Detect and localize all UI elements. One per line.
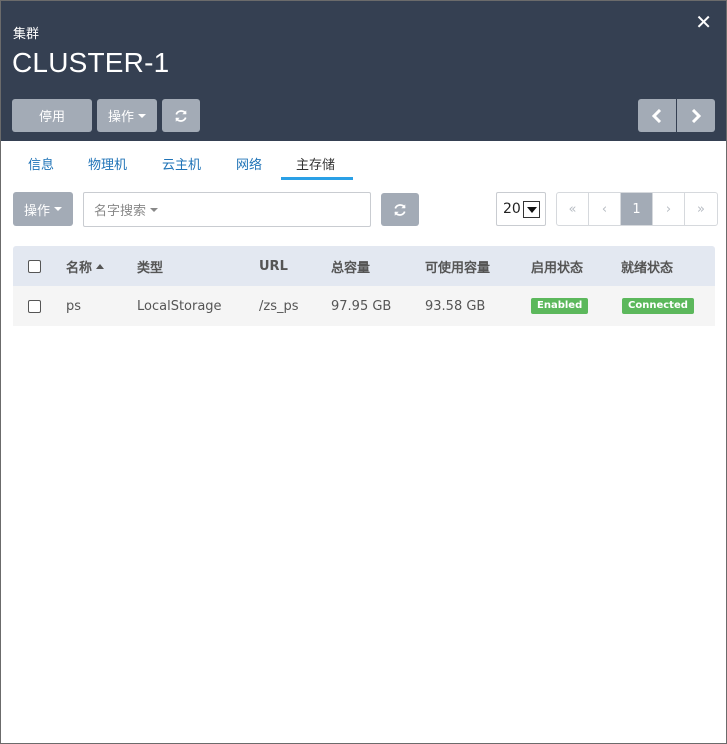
select-all-checkbox-cell	[28, 246, 41, 286]
page-size-value: 20	[503, 201, 521, 217]
table-header-row: 名称 类型 URL 总容量 可使用容量 启用状态 就绪状态	[13, 246, 715, 286]
column-header-enabled-state: 启用状态	[531, 260, 584, 276]
caret-down-icon	[54, 207, 62, 211]
primary-storage-table: 名称 类型 URL 总容量 可使用容量 启用状态 就绪状态 ps LocalSt…	[13, 246, 715, 326]
tab-network[interactable]: 网络	[236, 154, 262, 173]
search-input[interactable]: 名字搜索	[83, 192, 371, 227]
pagination: « ‹ 1 › »	[556, 192, 718, 226]
tab-bar: 信息 物理机 云主机 网络 主存储	[1, 142, 726, 182]
next-item-button[interactable]	[677, 99, 715, 132]
tab-vm-instances[interactable]: 云主机	[162, 154, 201, 173]
current-page-button[interactable]: 1	[621, 193, 653, 225]
column-header-name[interactable]: 名称	[66, 246, 105, 286]
row-checkbox-cell	[28, 286, 41, 326]
column-header-type: 类型	[137, 260, 164, 276]
storage-available-capacity: 93.58 GB	[425, 298, 486, 314]
disable-button-label: 停用	[38, 110, 65, 125]
tab-info[interactable]: 信息	[28, 154, 54, 173]
column-header-ready-state: 就绪状态	[621, 260, 674, 276]
actions-dropdown-button[interactable]: 操作	[97, 99, 157, 132]
page-size-select[interactable]: 20	[496, 192, 546, 226]
page-title: CLUSTER-1	[12, 47, 170, 78]
previous-item-button[interactable]	[638, 99, 676, 132]
status-badge: Connected	[622, 298, 694, 314]
refresh-icon	[175, 109, 187, 122]
first-page-button[interactable]: «	[557, 193, 589, 225]
tab-primary-storage[interactable]: 主存储	[296, 154, 335, 173]
close-icon[interactable]: ✕	[695, 11, 712, 33]
table-row: ps LocalStorage /zs_ps 97.95 GB 93.58 GB…	[13, 286, 715, 326]
column-name-label: 名称	[66, 260, 93, 276]
storage-type: LocalStorage	[137, 298, 222, 314]
prev-page-button[interactable]: ‹	[589, 193, 621, 225]
column-header-total-capacity: 总容量	[331, 260, 371, 276]
last-page-button[interactable]: »	[685, 193, 717, 225]
panel-header: 集群 CLUSTER-1 ✕ 停用 操作	[1, 1, 726, 141]
caret-down-icon[interactable]	[150, 207, 159, 212]
table-actions-label: 操作	[23, 203, 50, 219]
ready-state-cell: Connected	[622, 286, 694, 326]
disable-button[interactable]: 停用	[12, 99, 92, 132]
refresh-icon	[394, 203, 406, 216]
sort-ascending-icon	[96, 263, 105, 269]
table-refresh-button[interactable]	[381, 193, 419, 226]
storage-total-capacity: 97.95 GB	[331, 298, 392, 314]
search-placeholder: 名字搜索	[94, 204, 147, 219]
breadcrumb: 集群	[13, 27, 40, 42]
storage-name-link[interactable]: ps	[66, 286, 81, 326]
table-actions-dropdown-button[interactable]: 操作	[13, 192, 73, 226]
chevron-left-icon	[651, 108, 662, 123]
dropdown-arrow-icon	[523, 201, 540, 218]
active-tab-indicator	[281, 177, 353, 180]
chevron-right-icon	[691, 108, 702, 123]
row-checkbox[interactable]	[28, 299, 41, 313]
actions-button-label: 操作	[107, 110, 134, 125]
column-header-url: URL	[259, 258, 288, 274]
enabled-state-cell: Enabled	[531, 286, 589, 326]
cluster-detail-panel: 集群 CLUSTER-1 ✕ 停用 操作 信息 物理机 云主机 网络 主存储 操…	[0, 0, 727, 744]
next-page-button[interactable]: ›	[653, 193, 685, 225]
tab-hosts[interactable]: 物理机	[88, 154, 127, 173]
status-badge: Enabled	[531, 298, 589, 314]
column-header-available-capacity: 可使用容量	[425, 260, 491, 276]
select-all-checkbox[interactable]	[28, 259, 41, 273]
caret-down-icon	[138, 113, 146, 118]
storage-url: /zs_ps	[259, 298, 299, 314]
refresh-button[interactable]	[162, 99, 200, 132]
